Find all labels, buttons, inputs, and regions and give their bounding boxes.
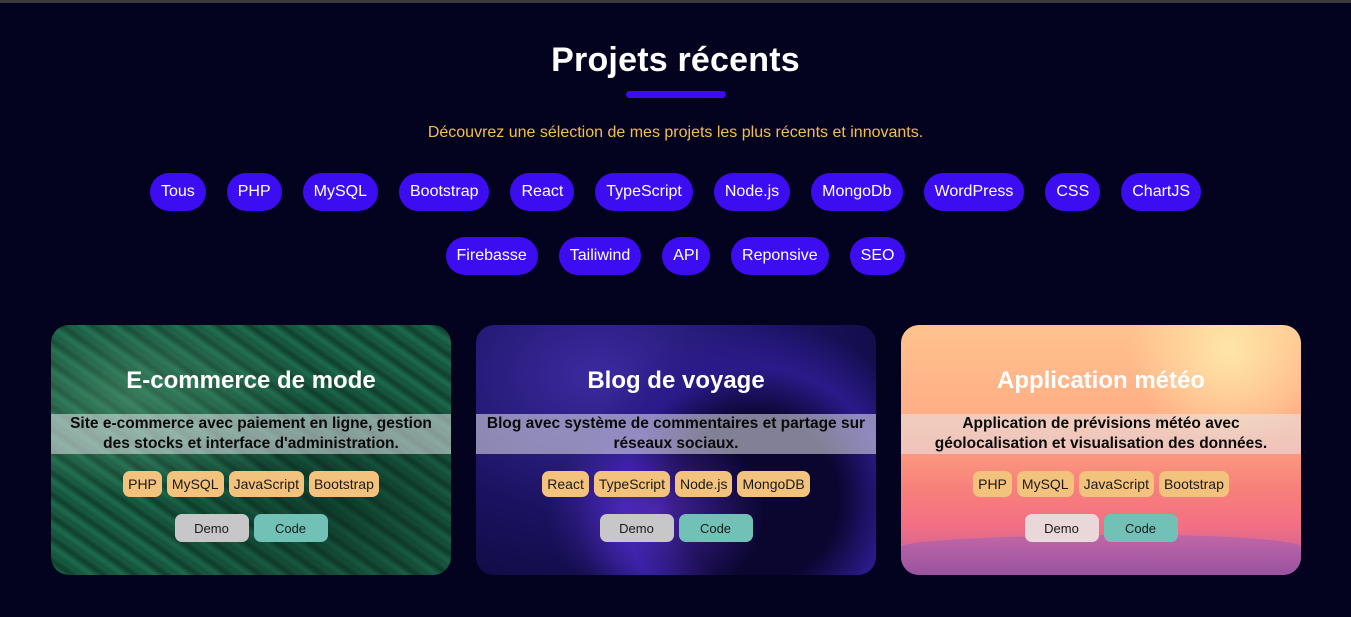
project-title: Blog de voyage (587, 367, 765, 394)
project-card-ecommerce: E-commerce de mode Site e-commerce avec … (51, 325, 451, 575)
project-actions: Demo Code (51, 514, 451, 542)
project-tag: PHP (123, 471, 162, 497)
filter-bootstrap[interactable]: Bootstrap (399, 173, 490, 211)
filter-bar: Tous PHP MySQL Bootstrap React TypeScrip… (100, 173, 1251, 275)
code-button[interactable]: Code (1103, 514, 1178, 542)
demo-button[interactable]: Demo (599, 514, 674, 542)
project-tag: Bootstrap (308, 471, 379, 497)
project-tags: PHP MySQL JavaScript Bootstrap (51, 471, 451, 497)
filter-tailwind[interactable]: Tailiwind (558, 237, 642, 275)
filter-typescript[interactable]: TypeScript (595, 173, 693, 211)
project-actions: Demo Code (476, 514, 876, 542)
project-tag: TypeScript (593, 471, 670, 497)
project-tag: JavaScript (1078, 471, 1154, 497)
project-tags: PHP MySQL JavaScript Bootstrap (901, 471, 1301, 497)
project-tag: Bootstrap (1158, 471, 1229, 497)
project-description: Application de prévisions météo avec géo… (901, 414, 1301, 454)
filter-wordpress[interactable]: WordPress (923, 173, 1025, 211)
title-underline (626, 91, 726, 98)
filter-firebase[interactable]: Firebasse (445, 237, 538, 275)
project-card-weather: Application météo Application de prévisi… (901, 325, 1301, 575)
code-button[interactable]: Code (678, 514, 753, 542)
demo-button[interactable]: Demo (1024, 514, 1099, 542)
section-subtitle: Découvrez une sélection de mes projets l… (427, 124, 924, 141)
project-tag: MongoDB (737, 471, 810, 497)
project-tag: Node.js (674, 471, 733, 497)
filter-responsive[interactable]: Reponsive (731, 237, 829, 275)
project-tag: MySQL (166, 471, 224, 497)
filter-tous[interactable]: Tous (149, 173, 206, 211)
section-title: Projets récents (551, 41, 800, 79)
filter-mongodb[interactable]: MongoDb (811, 173, 903, 211)
filter-php[interactable]: PHP (226, 173, 282, 211)
filter-api[interactable]: API (662, 237, 711, 275)
project-tag: MySQL (1016, 471, 1074, 497)
project-description: Blog avec système de commentaires et par… (476, 414, 876, 454)
filter-css[interactable]: CSS (1045, 173, 1101, 211)
project-tag: React (542, 471, 589, 497)
project-actions: Demo Code (901, 514, 1301, 542)
project-tags: React TypeScript Node.js MongoDB (476, 471, 876, 497)
project-title: Application météo (996, 367, 1206, 394)
project-card-blog: Blog de voyage Blog avec système de comm… (476, 325, 876, 575)
project-title: E-commerce de mode (126, 367, 376, 394)
demo-button[interactable]: Demo (174, 514, 249, 542)
code-button[interactable]: Code (253, 514, 328, 542)
filter-nodejs[interactable]: Node.js (713, 173, 791, 211)
filter-seo[interactable]: SEO (849, 237, 906, 275)
filter-mysql[interactable]: MySQL (302, 173, 378, 211)
project-tag: PHP (973, 471, 1012, 497)
project-tag: JavaScript (228, 471, 304, 497)
filter-chartjs[interactable]: ChartJS (1121, 173, 1202, 211)
filter-react[interactable]: React (510, 173, 575, 211)
project-description: Site e-commerce avec paiement en ligne, … (51, 414, 451, 454)
